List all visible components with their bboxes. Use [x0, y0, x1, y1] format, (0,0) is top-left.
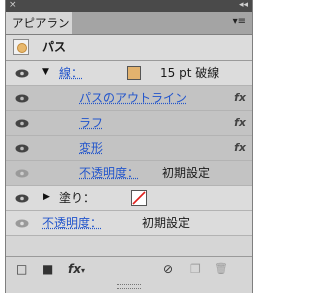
visibility-eye-icon[interactable]	[15, 194, 29, 203]
fill-none-swatch[interactable]	[131, 190, 147, 206]
row-fill[interactable]: ▶ 塗り：	[6, 186, 252, 211]
visibility-eye-icon[interactable]	[15, 94, 29, 103]
fx-icon[interactable]: fx	[234, 116, 246, 129]
row-path[interactable]: パス	[6, 35, 252, 61]
opacity-value: 初期設定	[142, 216, 191, 230]
panel-bottom-toolbar: □ ■ fx▾ ⊘ ❐ 🗑	[6, 256, 252, 281]
fx-icon[interactable]: fx	[234, 91, 246, 104]
collapse-icon[interactable]: ◂◂	[239, 0, 248, 11]
resize-grip[interactable]	[117, 284, 141, 289]
visibility-eye-icon[interactable]	[15, 69, 29, 78]
add-fill-icon[interactable]: ■	[42, 262, 53, 276]
fx-icon[interactable]: fx	[234, 141, 246, 154]
effect-transform-label[interactable]: 変形	[79, 141, 103, 156]
row-effect-rough[interactable]: ラフ fx	[6, 111, 252, 136]
path-label: パス	[42, 40, 67, 54]
panel-menu-icon[interactable]: ▾≡	[233, 16, 246, 27]
stroke-opacity-label[interactable]: 不透明度：	[79, 166, 139, 181]
stroke-opacity-value: 初期設定	[162, 166, 211, 180]
opacity-label[interactable]: 不透明度：	[42, 216, 102, 231]
close-icon[interactable]: ×	[9, 0, 17, 11]
row-stroke-opacity[interactable]: 不透明度： 初期設定	[6, 161, 252, 186]
fx-label: fx	[68, 262, 81, 276]
stroke-label[interactable]: 線：	[59, 66, 83, 81]
effect-outline-label[interactable]: パスのアウトライン	[79, 91, 187, 106]
add-stroke-icon[interactable]: □	[16, 262, 27, 276]
expand-triangle-right-icon[interactable]: ▶	[43, 192, 50, 202]
row-stroke[interactable]: ▼ 線： 15 pt 破線	[6, 61, 252, 86]
expand-triangle-down-icon[interactable]: ▼	[42, 67, 49, 77]
stroke-color-swatch[interactable]	[127, 66, 141, 80]
fill-label[interactable]: 塗り：	[59, 191, 95, 206]
path-thumbnail-icon	[13, 39, 29, 55]
row-opacity[interactable]: 不透明度： 初期設定	[6, 211, 252, 236]
duplicate-item-icon[interactable]: ❐	[190, 262, 201, 276]
clear-appearance-icon[interactable]: ⊘	[163, 262, 173, 276]
delete-item-icon[interactable]: 🗑	[214, 262, 228, 276]
visibility-eye-icon[interactable]	[15, 169, 29, 178]
row-effect-outline[interactable]: パスのアウトライン fx	[6, 86, 252, 111]
visibility-eye-icon[interactable]	[15, 119, 29, 128]
visibility-eye-icon[interactable]	[15, 219, 29, 228]
effect-rough-label[interactable]: ラフ	[79, 116, 103, 131]
add-effect-fx-icon[interactable]: fx▾	[68, 262, 85, 278]
row-effect-transform[interactable]: 変形 fx	[6, 136, 252, 161]
panel-tabbar: アピアランス ▾≡	[6, 12, 252, 52]
panel-titlebar: × ◂◂	[6, 0, 252, 12]
visibility-eye-icon[interactable]	[15, 144, 29, 153]
stroke-value[interactable]: 15 pt 破線	[160, 66, 219, 81]
appearance-panel: × ◂◂ アピアランス ▾≡ パス ▼ 線： 15 pt 破線	[5, 0, 253, 293]
tab-appearance[interactable]: アピアランス	[6, 12, 72, 52]
